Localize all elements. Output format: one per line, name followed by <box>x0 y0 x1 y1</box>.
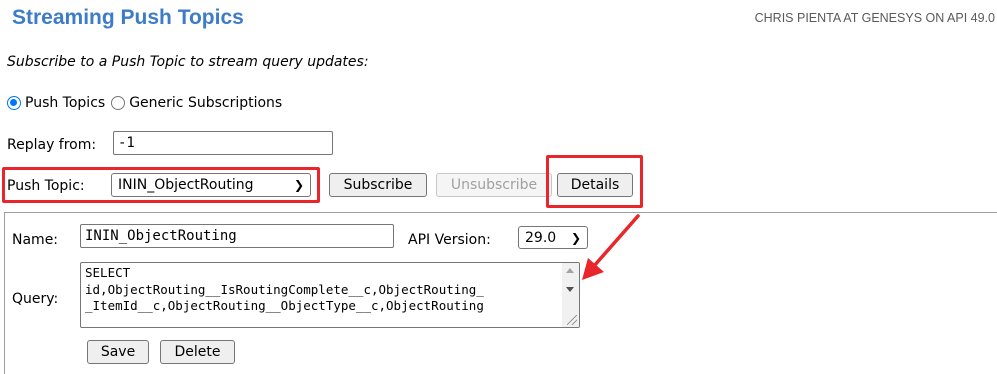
details-highlight-box <box>546 155 643 208</box>
query-textarea[interactable]: SELECT id,ObjectRouting__IsRoutingComple… <box>80 262 580 328</box>
replay-from-input[interactable]: -1 <box>113 131 333 155</box>
resize-grip-icon[interactable] <box>567 315 577 325</box>
replay-from-label: Replay from: <box>7 137 97 153</box>
generic-subscriptions-radio[interactable] <box>111 96 126 110</box>
name-input[interactable]: ININ_ObjectRouting <box>80 224 394 248</box>
push-topic-highlight-box <box>2 167 320 203</box>
user-info: CHRIS PIENTA AT GENESYS ON API 49.0 <box>754 11 995 25</box>
name-label: Name: <box>12 232 59 248</box>
query-line: id,ObjectRouting__IsRoutingComplete__c,O… <box>85 281 484 297</box>
api-version-selected-value: 29.0 <box>525 229 557 246</box>
push-topics-label[interactable]: Push Topics <box>25 95 105 111</box>
annotation-arrow-icon <box>582 214 640 280</box>
generic-subscriptions-label[interactable]: Generic Subscriptions <box>129 95 282 111</box>
api-version-label: API Version: <box>408 232 491 248</box>
push-topics-radio[interactable] <box>7 96 21 110</box>
delete-button[interactable]: Delete <box>160 340 235 364</box>
unsubscribe-button: Unsubscribe <box>436 173 552 197</box>
page-subtitle: Subscribe to a Push Topic to stream quer… <box>7 54 369 70</box>
page-title: Streaming Push Topics <box>12 6 244 29</box>
subscribe-button[interactable]: Subscribe <box>329 173 427 197</box>
save-button[interactable]: Save <box>87 340 149 364</box>
query-label: Query: <box>12 291 59 307</box>
query-line: _ItemId__c,ObjectRouting__ObjectType__c,… <box>85 298 484 313</box>
query-line: SELECT <box>85 265 131 280</box>
subscription-type-group: Push Topics Generic Subscriptions <box>7 95 282 111</box>
